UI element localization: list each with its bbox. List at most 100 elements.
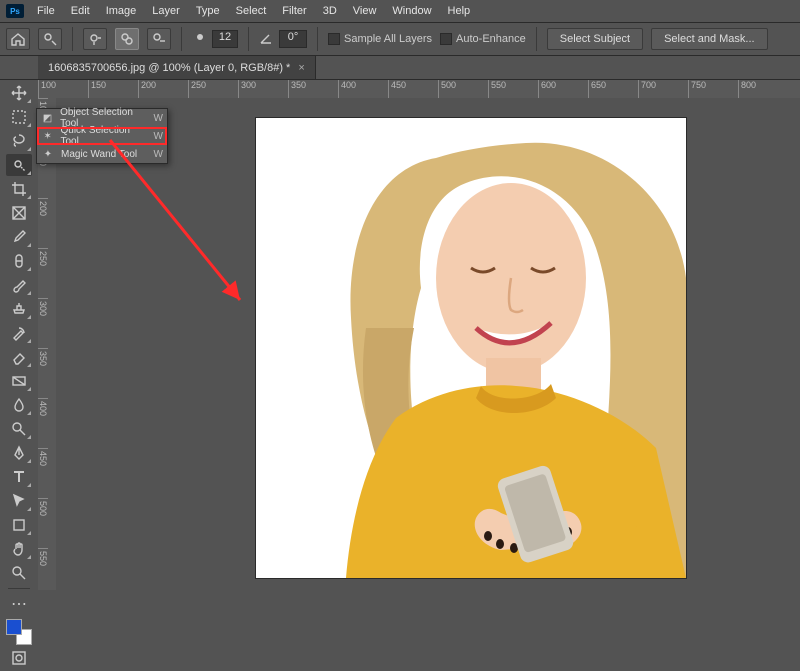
pen-tool-icon[interactable] <box>6 442 32 464</box>
ruler-tick: 300 <box>38 298 48 348</box>
crop-tool-icon[interactable] <box>6 178 32 200</box>
clone-stamp-tool-icon[interactable] <box>6 298 32 320</box>
color-swatches[interactable] <box>6 619 32 645</box>
separator <box>536 27 537 51</box>
tool-separator <box>8 588 30 589</box>
menu-image[interactable]: Image <box>99 5 144 17</box>
menu-3d[interactable]: 3D <box>316 5 344 17</box>
sample-all-label: Sample All Layers <box>344 33 432 45</box>
brush-tool-icon[interactable] <box>6 274 32 296</box>
ruler-tick: 450 <box>38 448 48 498</box>
flyout-item-label: Magic Wand Tool <box>61 149 137 160</box>
ruler-tick: 550 <box>38 548 48 598</box>
separator <box>72 27 73 51</box>
angle-value: 0° <box>279 30 307 48</box>
canvas-area[interactable] <box>56 98 800 590</box>
flyout-quick-selection[interactable]: ✶ Quick Selection Tool W <box>37 127 167 145</box>
menu-bar: Ps File Edit Image Layer Type Select Fil… <box>0 0 800 22</box>
ruler-tick: 150 <box>88 80 138 98</box>
document-tab-title: 1606835700656.jpg @ 100% (Layer 0, RGB/8… <box>48 62 290 74</box>
ruler-tick: 350 <box>38 348 48 398</box>
select-and-mask-button[interactable]: Select and Mask... <box>651 28 768 50</box>
document-tab[interactable]: 1606835700656.jpg @ 100% (Layer 0, RGB/8… <box>38 56 316 79</box>
eraser-tool-icon[interactable] <box>6 346 32 368</box>
ruler-tick: 100 <box>38 80 88 98</box>
quick-mask-icon[interactable] <box>6 647 32 669</box>
brush-size-value: 12 <box>212 30 238 48</box>
move-tool-icon[interactable] <box>6 82 32 104</box>
options-bar: 12 0° Sample All Layers Auto-Enhance Sel… <box>0 22 800 56</box>
ruler-tick: 500 <box>438 80 488 98</box>
select-subject-button[interactable]: Select Subject <box>547 28 643 50</box>
menu-type[interactable]: Type <box>189 5 227 17</box>
menu-select[interactable]: Select <box>229 5 274 17</box>
marquee-tool-icon[interactable] <box>6 106 32 128</box>
menu-file[interactable]: File <box>30 5 62 17</box>
menu-layer[interactable]: Layer <box>145 5 187 17</box>
gradient-tool-icon[interactable] <box>6 370 32 392</box>
type-tool-icon[interactable] <box>6 466 32 488</box>
selection-tool-flyout: ◩ Object Selection Tool W ✶ Quick Select… <box>36 108 168 164</box>
lasso-tool-icon[interactable] <box>6 130 32 152</box>
separator <box>181 27 182 51</box>
ruler-tick: 550 <box>488 80 538 98</box>
edit-toolbar-icon[interactable]: ⋯ <box>6 593 32 615</box>
shortcut-key: W <box>154 113 163 124</box>
ruler-tick: 450 <box>388 80 438 98</box>
ruler-tick: 350 <box>288 80 338 98</box>
foreground-color-swatch[interactable] <box>6 619 22 635</box>
menu-window[interactable]: Window <box>385 5 438 17</box>
flyout-magic-wand[interactable]: ✦ Magic Wand Tool W <box>37 145 167 163</box>
shape-tool-icon[interactable] <box>6 514 32 536</box>
ruler-tick: 650 <box>588 80 638 98</box>
dodge-tool-icon[interactable] <box>6 418 32 440</box>
ruler-tick: 250 <box>188 80 238 98</box>
menu-view[interactable]: View <box>346 5 384 17</box>
menu-filter[interactable]: Filter <box>275 5 313 17</box>
separator <box>317 27 318 51</box>
menu-help[interactable]: Help <box>441 5 478 17</box>
angle-icon <box>259 31 275 47</box>
shortcut-key: W <box>154 149 163 160</box>
ruler-tick: 700 <box>638 80 688 98</box>
history-brush-tool-icon[interactable] <box>6 322 32 344</box>
tool-preset-icon[interactable] <box>38 28 62 50</box>
ruler-tick: 200 <box>138 80 188 98</box>
auto-enhance-label: Auto-Enhance <box>456 33 526 45</box>
ruler-tick: 800 <box>738 80 788 98</box>
ruler-tick: 400 <box>338 80 388 98</box>
ruler-tick: 250 <box>38 248 48 298</box>
ruler-vertical[interactable]: 100 150 200 250 300 350 400 450 500 550 <box>38 98 56 590</box>
brush-picker[interactable]: 12 <box>192 30 238 48</box>
angle-control[interactable]: 0° <box>259 30 307 48</box>
checkbox-icon <box>440 33 452 45</box>
ruler-tick: 500 <box>38 498 48 548</box>
ruler-horizontal[interactable]: 100 150 200 250 300 350 400 450 500 550 … <box>38 80 800 98</box>
ruler-tick: 750 <box>688 80 738 98</box>
quick-selection-tool-icon[interactable] <box>6 154 32 176</box>
ruler-tick: 300 <box>238 80 288 98</box>
separator <box>248 27 249 51</box>
canvas-image <box>256 118 686 578</box>
document-canvas[interactable] <box>256 118 686 578</box>
sample-all-layers-checkbox[interactable]: Sample All Layers <box>328 33 432 45</box>
close-icon[interactable]: × <box>298 62 304 74</box>
path-selection-tool-icon[interactable] <box>6 490 32 512</box>
home-icon[interactable] <box>6 28 30 50</box>
eyedropper-tool-icon[interactable] <box>6 226 32 248</box>
document-tab-bar: 1606835700656.jpg @ 100% (Layer 0, RGB/8… <box>0 56 800 80</box>
auto-enhance-checkbox[interactable]: Auto-Enhance <box>440 33 526 45</box>
flyout-item-label: Quick Selection Tool <box>60 125 147 147</box>
zoom-tool-icon[interactable] <box>6 562 32 584</box>
subtract-selection-icon[interactable] <box>147 28 171 50</box>
hand-tool-icon[interactable] <box>6 538 32 560</box>
quick-selection-icon: ✶ <box>41 131 54 142</box>
add-selection-icon[interactable] <box>115 28 139 50</box>
blur-tool-icon[interactable] <box>6 394 32 416</box>
magic-wand-icon: ✦ <box>41 149 55 160</box>
healing-brush-tool-icon[interactable] <box>6 250 32 272</box>
new-selection-icon[interactable] <box>83 28 107 50</box>
tool-panel: ⋯ <box>4 80 34 671</box>
menu-edit[interactable]: Edit <box>64 5 97 17</box>
frame-tool-icon[interactable] <box>6 202 32 224</box>
